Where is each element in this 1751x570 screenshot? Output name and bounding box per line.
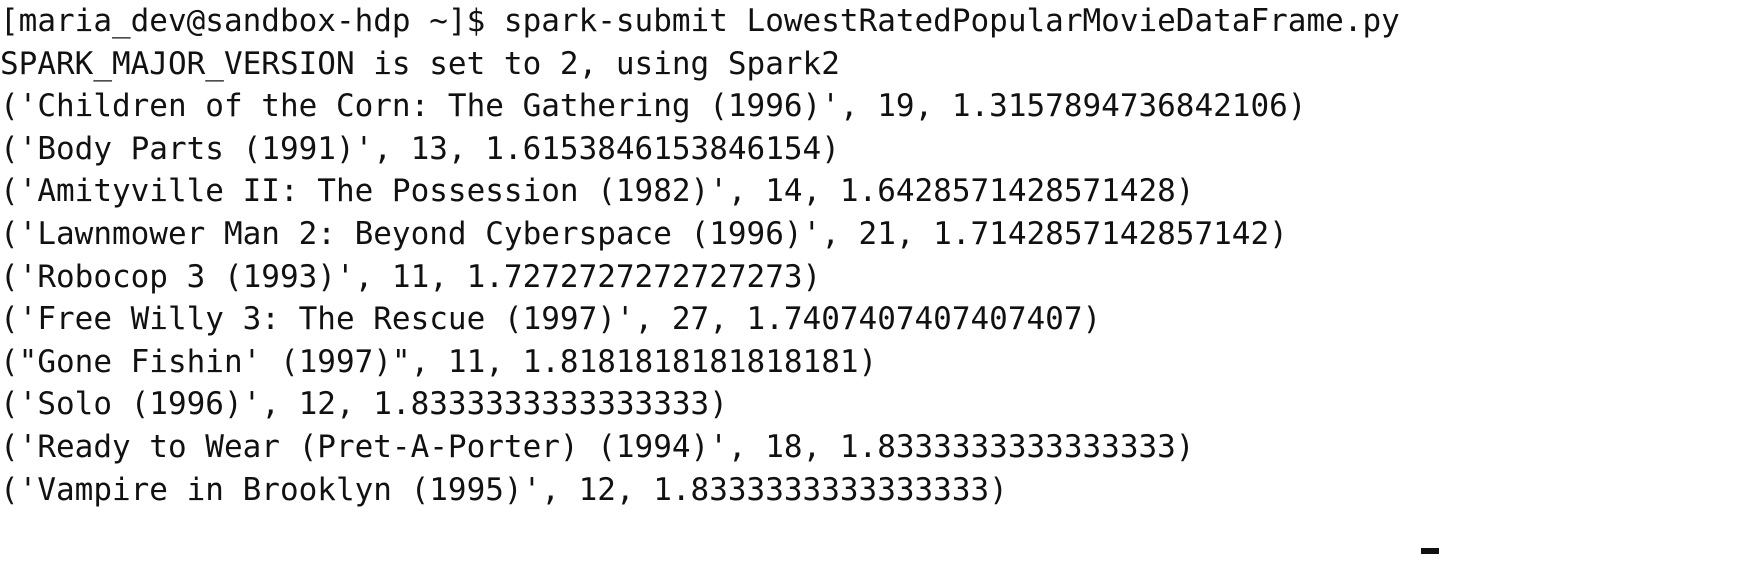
output-line: ('Vampire in Brooklyn (1995)', 12, 1.833…: [0, 471, 1008, 508]
output-line: ("Gone Fishin' (1997)", 11, 1.8181818181…: [0, 343, 878, 380]
output-line: ('Solo (1996)', 12, 1.8333333333333333): [0, 386, 728, 423]
terminal-cursor: [1421, 548, 1439, 554]
output-line: SPARK_MAJOR_VERSION is set to 2, using S…: [0, 45, 840, 82]
command-line: [maria_dev@sandbox-hdp ~]$ spark-submit …: [0, 3, 1400, 39]
output-line: ('Amityville II: The Possession (1982)',…: [0, 173, 1195, 210]
output-line: ('Free Willy 3: The Rescue (1997)', 27, …: [0, 301, 1102, 338]
output-line: ('Robocop 3 (1993)', 11, 1.7272727272727…: [0, 258, 822, 295]
output-line: ('Body Parts (1991)', 13, 1.615384615384…: [0, 130, 840, 167]
terminal-window[interactable]: [maria_dev@sandbox-hdp ~]$ spark-submit …: [0, 0, 1751, 570]
output-line: ('Children of the Corn: The Gathering (1…: [0, 88, 1307, 125]
output-line: ('Ready to Wear (Pret-A-Porter) (1994)',…: [0, 428, 1195, 465]
output-line: ('Lawnmower Man 2: Beyond Cyberspace (19…: [0, 215, 1288, 252]
